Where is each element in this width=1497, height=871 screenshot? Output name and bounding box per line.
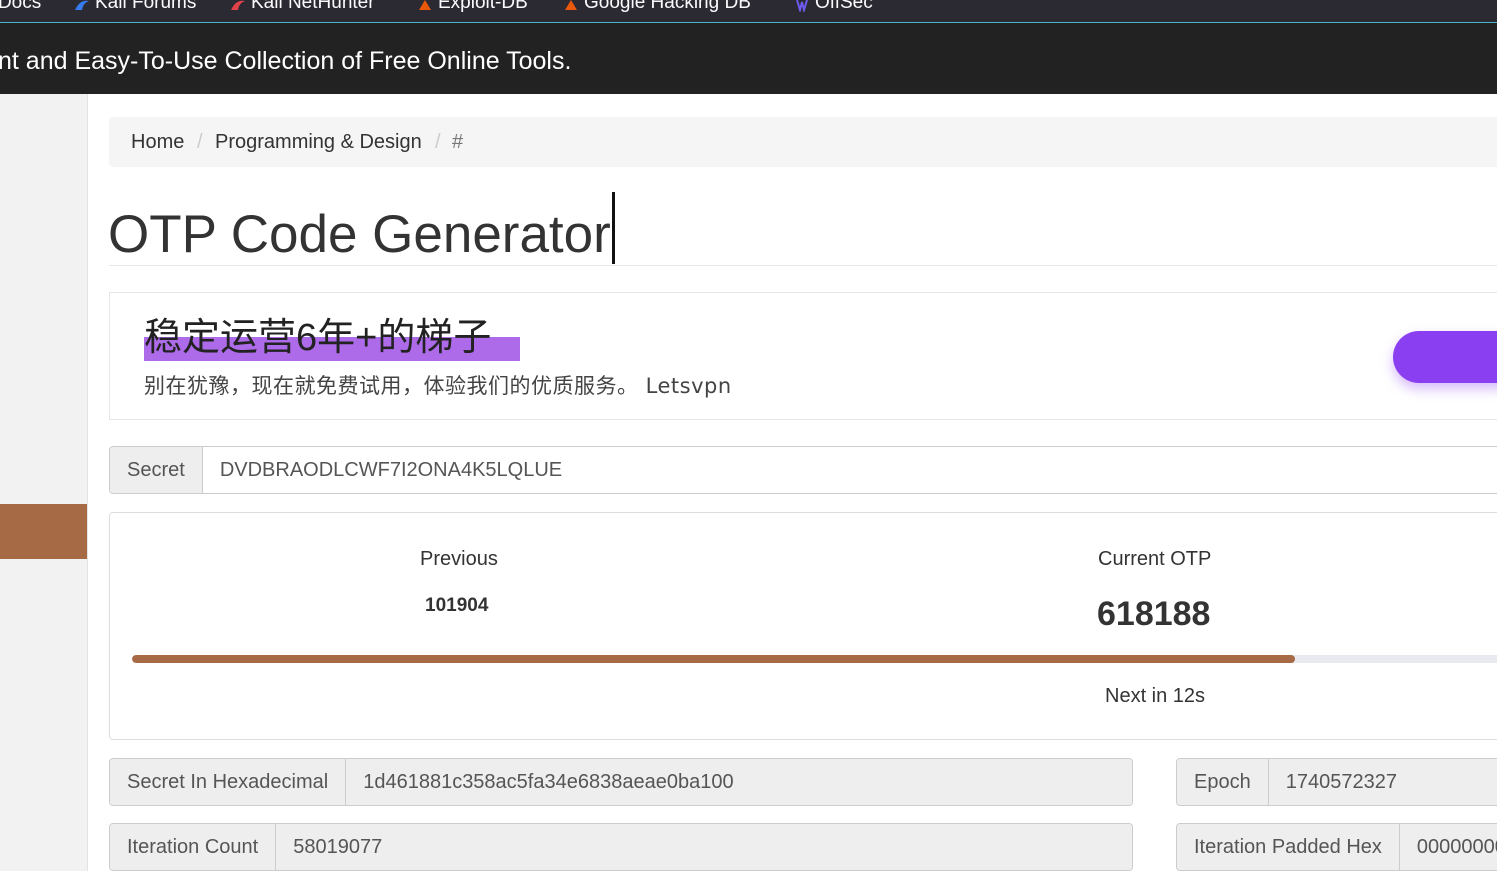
iteration-label: Iteration Count xyxy=(110,824,277,870)
padded-hex-label: Iteration Padded Hex xyxy=(1177,824,1400,870)
offsec-icon xyxy=(794,0,810,14)
epoch-label: Epoch xyxy=(1177,759,1269,805)
sidebar xyxy=(0,94,88,871)
exploit-db-icon xyxy=(417,0,433,10)
breadcrumb-separator: / xyxy=(435,131,441,153)
bookmark-offsec[interactable]: OffSec xyxy=(794,0,873,14)
hex-input-group: Secret In Hexadecimal 1d461881c358ac5fa3… xyxy=(109,758,1133,806)
bookmarks-toolbar: Kali Docs Kali Forums Kali NetHunter Exp… xyxy=(0,0,1497,23)
title-divider xyxy=(109,265,1497,266)
breadcrumb-separator: / xyxy=(197,131,203,153)
bookmark-label: Kali NetHunter xyxy=(251,0,375,13)
bookmark-google-hacking-db[interactable]: Google Hacking DB xyxy=(563,0,751,14)
site-header: nt and Easy-To-Use Collection of Free On… xyxy=(0,23,1497,94)
bookmark-label: Kali Docs xyxy=(0,0,42,13)
bookmark-label: OffSec xyxy=(815,0,873,13)
previous-otp-value: 101904 xyxy=(425,595,489,616)
sidebar-active-item[interactable] xyxy=(0,504,87,559)
secret-input-group: Secret DVDBRAODLCWF7I2ONA4K5LQLUE xyxy=(109,446,1497,494)
current-otp-label: Current OTP xyxy=(1098,548,1212,570)
iteration-field[interactable]: 58019077 xyxy=(276,824,1132,870)
secret-input[interactable]: DVDBRAODLCWF7I2ONA4K5LQLUE xyxy=(203,447,1497,493)
otp-panel: Previous 101904 Current OTP 618188 Next … xyxy=(109,512,1497,740)
site-tagline: nt and Easy-To-Use Collection of Free On… xyxy=(0,47,572,75)
padded-hex-input-group: Iteration Padded Hex 00000000 xyxy=(1176,823,1497,871)
epoch-input-group: Epoch 1740572327 xyxy=(1176,758,1497,806)
ghdb-icon xyxy=(563,0,579,10)
hex-label: Secret In Hexadecimal xyxy=(110,759,347,805)
hex-field[interactable]: 1d461881c358ac5fa34e6838aeae0ba100 xyxy=(346,759,1132,805)
breadcrumb-category[interactable]: Programming & Design xyxy=(215,117,422,167)
page-title: OTP Code Generator xyxy=(108,192,615,268)
otp-progress-fill xyxy=(132,655,1295,663)
previous-otp-label: Previous xyxy=(420,548,498,570)
breadcrumb: Home / Programming & Design / # xyxy=(109,117,1497,167)
bookmark-kali-nethunter[interactable]: Kali NetHunter xyxy=(230,0,375,14)
next-refresh-countdown: Next in 12s xyxy=(1105,685,1206,707)
text-cursor xyxy=(611,192,615,264)
current-otp-value: 618188 xyxy=(1097,595,1211,633)
kali-forums-icon xyxy=(74,0,90,10)
page-title-text: OTP Code Generator xyxy=(108,205,611,264)
breadcrumb-current: # xyxy=(452,131,464,153)
ad-cta-button[interactable] xyxy=(1393,331,1497,383)
bookmark-exploit-db[interactable]: Exploit-DB xyxy=(417,0,528,14)
ad-subtext: 别在犹豫，现在就免费试用，体验我们的优质服务。 Letsvpn xyxy=(144,374,732,398)
otp-progress-bar xyxy=(132,655,1497,663)
kali-nethunter-icon xyxy=(230,0,246,10)
bookmark-label: Kali Forums xyxy=(95,0,197,13)
breadcrumb-home[interactable]: Home xyxy=(131,117,184,167)
iteration-input-group: Iteration Count 58019077 xyxy=(109,823,1133,871)
epoch-field[interactable]: 1740572327 xyxy=(1268,759,1497,805)
padded-hex-field[interactable]: 00000000 xyxy=(1399,824,1497,870)
bookmark-label: Google Hacking DB xyxy=(584,0,751,13)
bookmark-label: Exploit-DB xyxy=(438,0,528,13)
ad-headline: 稳定运营6年+的梯子 xyxy=(144,317,492,359)
bookmark-kali-forums[interactable]: Kali Forums xyxy=(74,0,196,14)
ad-banner[interactable]: 稳定运营6年+的梯子 别在犹豫，现在就免费试用，体验我们的优质服务。 Letsv… xyxy=(109,292,1497,420)
secret-label: Secret xyxy=(110,447,203,493)
bookmark-kali-docs[interactable]: Kali Docs xyxy=(0,0,41,14)
